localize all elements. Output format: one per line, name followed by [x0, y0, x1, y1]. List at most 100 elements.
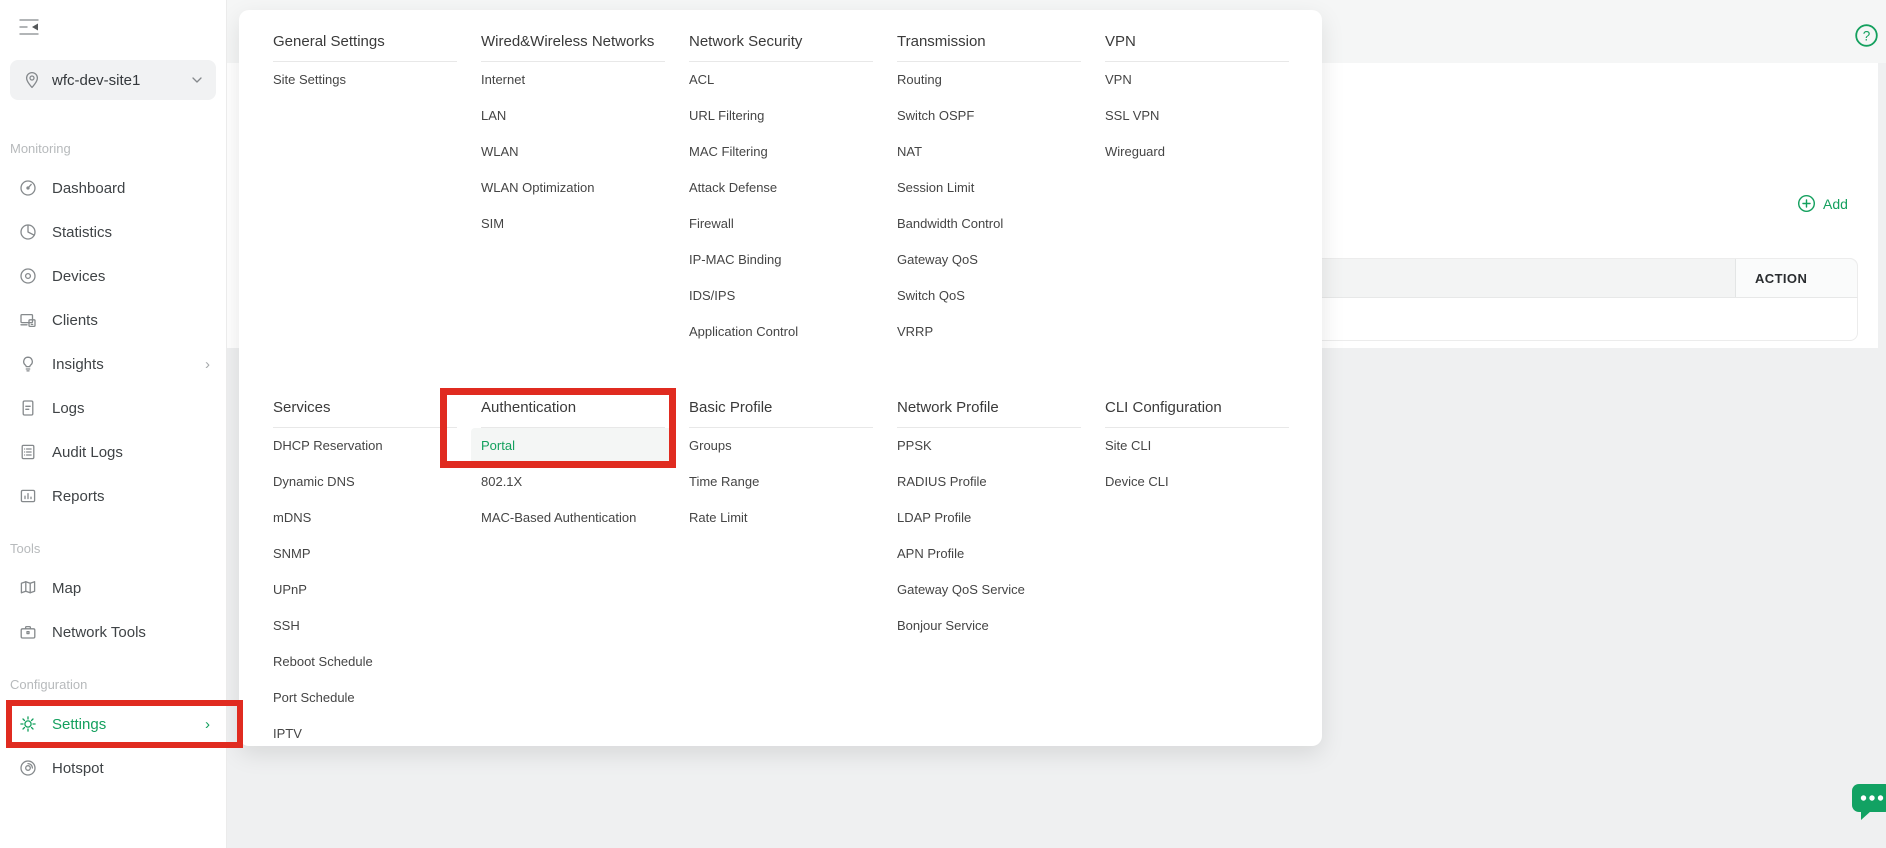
menu-item-rate-limit[interactable]: Rate Limit	[689, 500, 873, 536]
menu-item-ssh[interactable]: SSH	[273, 608, 457, 644]
menu-section-authentication: AuthenticationPortal802.1XMAC-Based Auth…	[481, 398, 665, 752]
menu-item-site-settings[interactable]: Site Settings	[273, 62, 457, 98]
menu-item-nat[interactable]: NAT	[897, 134, 1081, 170]
sidebar-item-statistics[interactable]: Statistics	[0, 210, 226, 254]
sidebar-item-hotspot[interactable]: Hotspot	[0, 746, 226, 790]
sidebar-item-audit-logs[interactable]: Audit Logs	[0, 430, 226, 474]
menu-item-groups[interactable]: Groups	[689, 428, 873, 464]
menu-item-snmp[interactable]: SNMP	[273, 536, 457, 572]
menu-item-portal[interactable]: Portal	[471, 428, 675, 464]
menu-item-vrrp[interactable]: VRRP	[897, 314, 1081, 350]
menu-item-sim[interactable]: SIM	[481, 206, 665, 242]
dashboard-icon	[18, 178, 38, 198]
menu-item-upnp[interactable]: UPnP	[273, 572, 457, 608]
menu-item-vpn[interactable]: VPN	[1105, 62, 1289, 98]
help-icon: ?	[1854, 23, 1879, 48]
chevron-right-icon: ›	[205, 357, 210, 372]
menu-item-wlan-optimization[interactable]: WLAN Optimization	[481, 170, 665, 206]
menu-section-title: Wired&Wireless Networks	[481, 32, 665, 62]
menu-section-basic-profile: Basic ProfileGroupsTime RangeRate Limit	[689, 398, 873, 752]
menu-item-port-schedule[interactable]: Port Schedule	[273, 680, 457, 716]
sidebar-item-network-tools[interactable]: Network Tools	[0, 610, 226, 654]
map-icon	[18, 578, 38, 598]
menu-section-cli-configuration: CLI ConfigurationSite CLIDevice CLI	[1105, 398, 1289, 752]
menu-item-dynamic-dns[interactable]: Dynamic DNS	[273, 464, 457, 500]
sidebar-section-label-configuration: Configuration	[0, 676, 226, 694]
menu-item-radius-profile[interactable]: RADIUS Profile	[897, 464, 1081, 500]
menu-section-vpn: VPNVPNSSL VPNWireguard	[1105, 32, 1289, 398]
clients-icon	[18, 310, 38, 330]
menu-item-internet[interactable]: Internet	[481, 62, 665, 98]
menu-item-wireguard[interactable]: Wireguard	[1105, 134, 1289, 170]
menu-section-network-security: Network SecurityACLURL FilteringMAC Filt…	[689, 32, 873, 398]
sidebar-item-label: Statistics	[52, 224, 112, 241]
menu-section-general-settings: General SettingsSite Settings	[273, 32, 457, 398]
menu-section-title: Network Profile	[897, 398, 1081, 428]
sidebar-item-reports[interactable]: Reports	[0, 474, 226, 518]
menu-item-ip-mac-binding[interactable]: IP-MAC Binding	[689, 242, 873, 278]
reports-icon	[18, 486, 38, 506]
menu-item-ids-ips[interactable]: IDS/IPS	[689, 278, 873, 314]
sidebar-item-label: Reports	[52, 488, 105, 505]
collapse-sidebar-button[interactable]	[16, 14, 42, 40]
sidebar-section-label-tools: Tools	[0, 540, 226, 558]
menu-section-wired-wireless-networks: Wired&Wireless NetworksInternetLANWLANWL…	[481, 32, 665, 398]
sidebar-item-devices[interactable]: Devices	[0, 254, 226, 298]
menu-section-title: Network Security	[689, 32, 873, 62]
chevron-right-icon: ›	[205, 717, 210, 732]
menu-item-mac-based-authentication[interactable]: MAC-Based Authentication	[481, 500, 665, 536]
site-selector-label: wfc-dev-site1	[52, 72, 140, 89]
menu-item-switch-qos[interactable]: Switch QoS	[897, 278, 1081, 314]
menu-item-gateway-qos[interactable]: Gateway QoS	[897, 242, 1081, 278]
chat-bubble-icon	[1850, 780, 1886, 824]
menu-item-reboot-schedule[interactable]: Reboot Schedule	[273, 644, 457, 680]
sidebar-item-clients[interactable]: Clients	[0, 298, 226, 342]
menu-item-mdns[interactable]: mDNS	[273, 500, 457, 536]
sidebar-item-label: Hotspot	[52, 760, 104, 777]
menu-section-title: General Settings	[273, 32, 457, 62]
sidebar-item-map[interactable]: Map	[0, 566, 226, 610]
chat-launcher[interactable]	[1850, 780, 1886, 824]
statistics-icon	[18, 222, 38, 242]
menu-item-application-control[interactable]: Application Control	[689, 314, 873, 350]
menu-item-mac-filtering[interactable]: MAC Filtering	[689, 134, 873, 170]
menu-item-ssl-vpn[interactable]: SSL VPN	[1105, 98, 1289, 134]
menu-item-time-range[interactable]: Time Range	[689, 464, 873, 500]
menu-item-802-1x[interactable]: 802.1X	[481, 464, 665, 500]
action-column-header: ACTION	[1735, 259, 1857, 297]
menu-item-switch-ospf[interactable]: Switch OSPF	[897, 98, 1081, 134]
menu-item-bonjour-service[interactable]: Bonjour Service	[897, 608, 1081, 644]
sidebar-item-logs[interactable]: Logs	[0, 386, 226, 430]
svg-text:?: ?	[1863, 28, 1871, 43]
menu-item-bandwidth-control[interactable]: Bandwidth Control	[897, 206, 1081, 242]
sidebar-item-label: Logs	[52, 400, 85, 417]
menu-item-site-cli[interactable]: Site CLI	[1105, 428, 1289, 464]
sidebar-item-dashboard[interactable]: Dashboard	[0, 166, 226, 210]
menu-item-gateway-qos-service[interactable]: Gateway QoS Service	[897, 572, 1081, 608]
sidebar-item-label: Clients	[52, 312, 98, 329]
menu-item-ppsk[interactable]: PPSK	[897, 428, 1081, 464]
menu-item-device-cli[interactable]: Device CLI	[1105, 464, 1289, 500]
add-button[interactable]: Add	[1797, 194, 1848, 213]
menu-item-routing[interactable]: Routing	[897, 62, 1081, 98]
menu-item-session-limit[interactable]: Session Limit	[897, 170, 1081, 206]
menu-item-url-filtering[interactable]: URL Filtering	[689, 98, 873, 134]
menu-item-acl[interactable]: ACL	[689, 62, 873, 98]
menu-item-apn-profile[interactable]: APN Profile	[897, 536, 1081, 572]
menu-item-lan[interactable]: LAN	[481, 98, 665, 134]
site-selector[interactable]: wfc-dev-site1	[10, 60, 216, 100]
sidebar-item-settings[interactable]: Settings›	[0, 702, 226, 746]
menu-item-ldap-profile[interactable]: LDAP Profile	[897, 500, 1081, 536]
menu-item-firewall[interactable]: Firewall	[689, 206, 873, 242]
add-icon	[1797, 194, 1816, 213]
sidebar-item-label: Audit Logs	[52, 444, 123, 461]
help-button[interactable]: ?	[1854, 23, 1879, 48]
sidebar-item-insights[interactable]: Insights›	[0, 342, 226, 386]
menu-item-wlan[interactable]: WLAN	[481, 134, 665, 170]
sidebar-item-label: Network Tools	[52, 624, 146, 641]
menu-item-iptv[interactable]: IPTV	[273, 716, 457, 752]
menu-section-title: Transmission	[897, 32, 1081, 62]
location-pin-icon	[22, 70, 42, 90]
menu-item-dhcp-reservation[interactable]: DHCP Reservation	[273, 428, 457, 464]
menu-item-attack-defense[interactable]: Attack Defense	[689, 170, 873, 206]
